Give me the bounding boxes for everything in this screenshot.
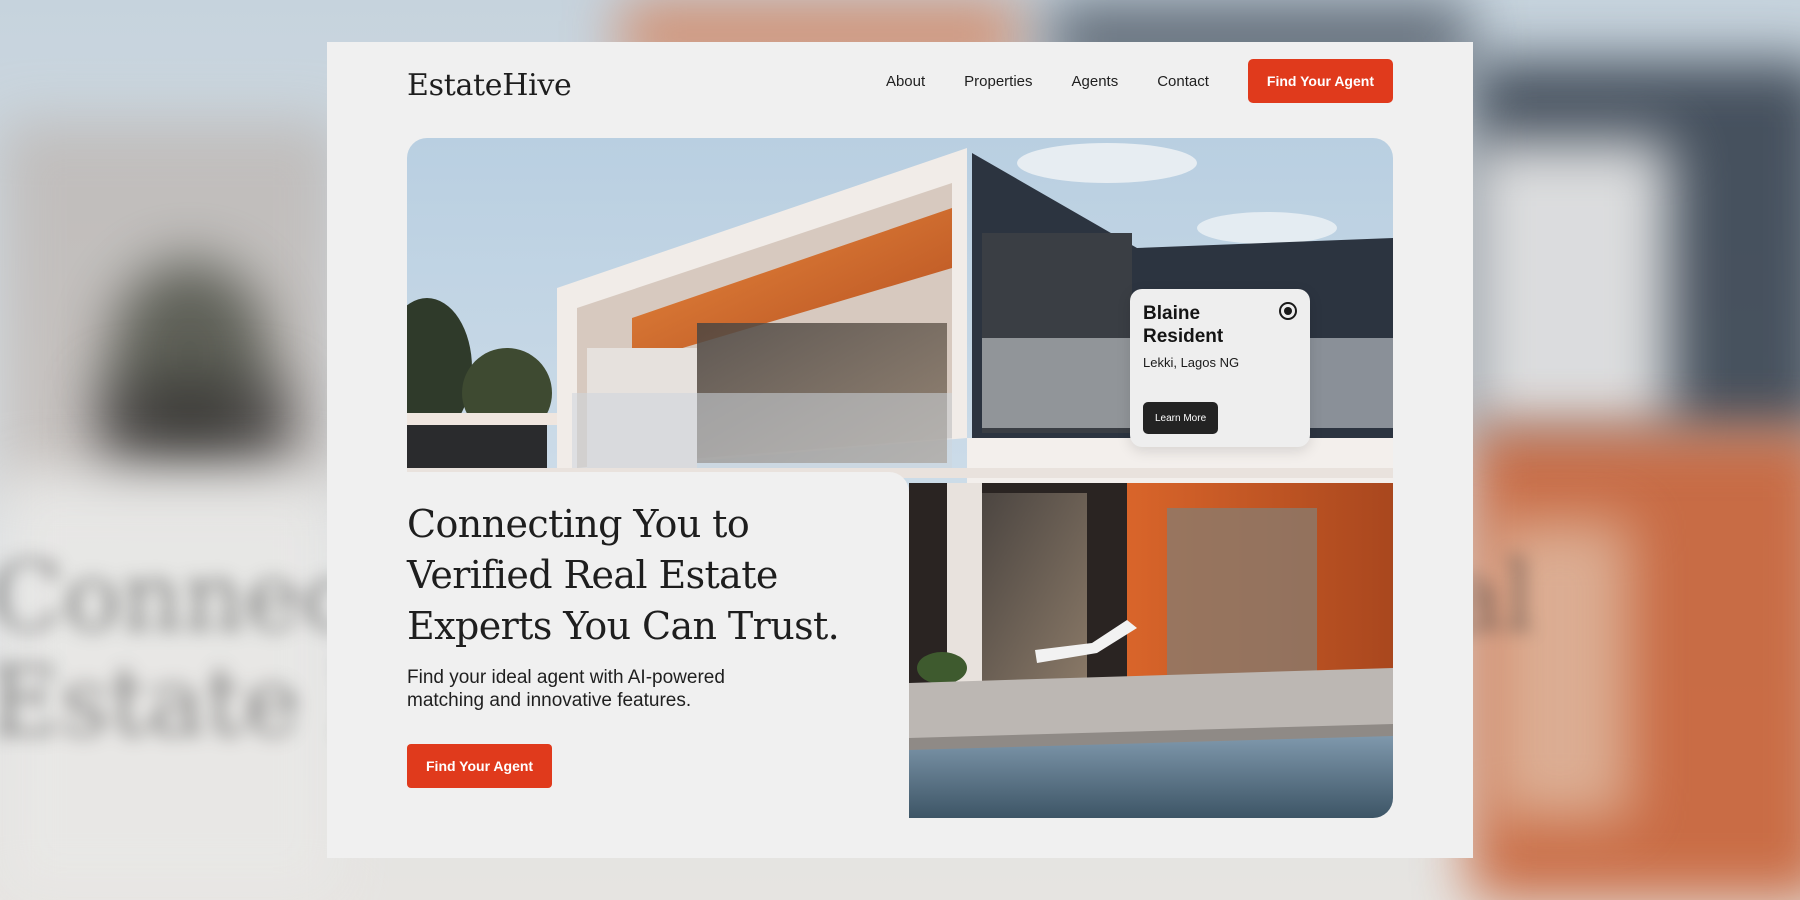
learn-more-button[interactable]: Learn More xyxy=(1143,402,1219,434)
nav-link-about[interactable]: About xyxy=(886,73,925,90)
hero-headline: Connecting You to Verified Real Estate E… xyxy=(407,502,840,648)
nav-find-agent-button[interactable]: Find Your Agent xyxy=(1247,59,1393,103)
agent-card: Blaine Resident Lekki, Lagos NG Learn Mo… xyxy=(1130,289,1310,447)
nav-link-contact[interactable]: Contact xyxy=(1157,73,1209,90)
landing-page: EstateHive About Properties Agents Conta… xyxy=(327,42,1473,858)
hero-find-agent-button[interactable]: Find Your Agent xyxy=(407,744,553,788)
agent-location: Lekki, Lagos NG xyxy=(1143,355,1240,370)
agent-name: Blaine Resident xyxy=(1143,303,1224,347)
site-logo[interactable]: EstateHive xyxy=(407,68,572,103)
nav-link-properties[interactable]: Properties xyxy=(964,73,1032,90)
main-nav: About Properties Agents Contact Find You… xyxy=(847,59,1393,103)
radio-select-icon[interactable] xyxy=(1279,302,1297,320)
hero-subtext: Find your ideal agent with AI-powered ma… xyxy=(407,667,725,711)
nav-link-agents[interactable]: Agents xyxy=(1072,73,1119,90)
